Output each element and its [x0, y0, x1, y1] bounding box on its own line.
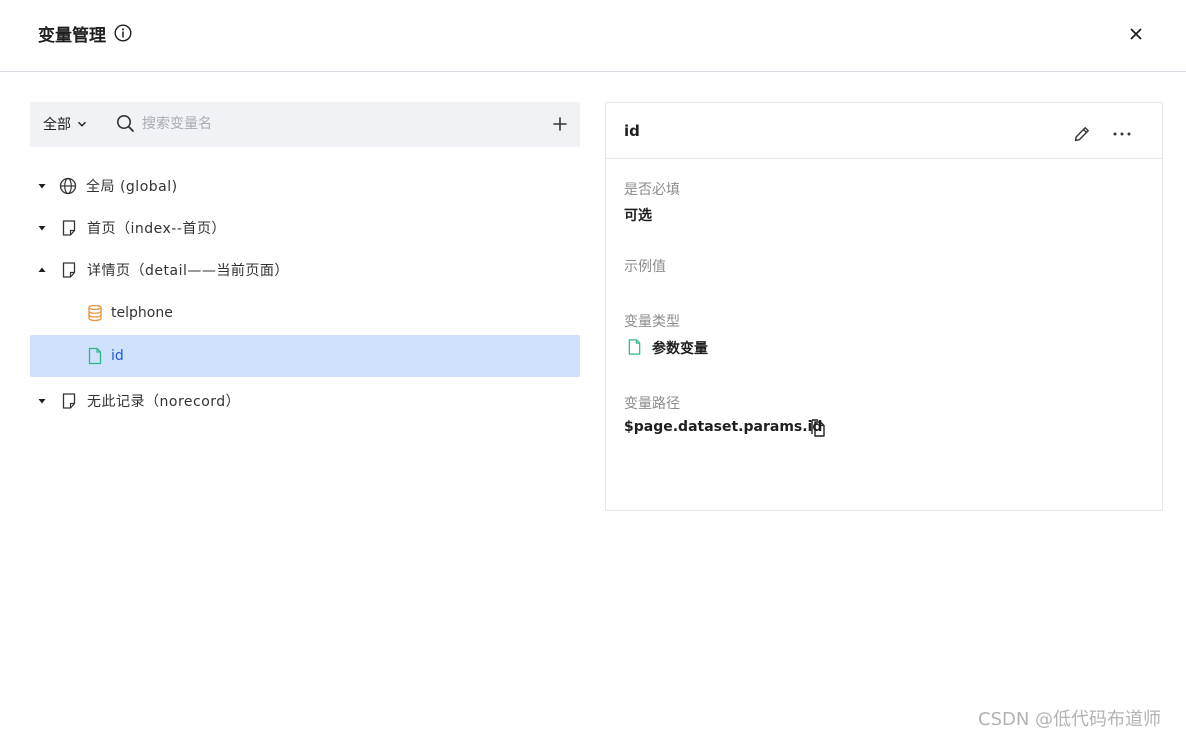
search-input[interactable] [142, 111, 522, 137]
variable-tree: 全局 (global) 首页（index--首页） 详情页（detail——当前… [30, 165, 580, 422]
type-label: 变量类型 [624, 314, 680, 330]
caret-down-icon[interactable] [36, 222, 48, 234]
caret-up-icon[interactable] [36, 264, 48, 276]
type-value: 参数变量 [652, 341, 708, 357]
dialog-header: 变量管理 [0, 0, 1186, 72]
path-value: $page.dataset.params.id [624, 419, 823, 435]
tree-node-label: id [111, 348, 124, 364]
page-icon [62, 220, 76, 236]
caret-down-icon[interactable] [36, 180, 48, 192]
variable-tree-panel: 全部 全局 (global) [30, 102, 580, 422]
tree-node-label: telphone [111, 305, 173, 321]
chevron-down-icon [78, 121, 86, 127]
tree-node-id[interactable]: id [30, 335, 580, 377]
path-label: 变量路径 [624, 396, 680, 412]
database-icon [88, 304, 102, 322]
variable-name: id [624, 122, 640, 140]
globe-icon [59, 177, 77, 195]
page-icon [62, 393, 76, 409]
required-label: 是否必填 [624, 182, 680, 198]
edit-pencil-icon[interactable] [1072, 124, 1092, 144]
search-icon [117, 115, 134, 132]
watermark: CSDN @低代码布道师 [978, 709, 1162, 730]
variable-detail-panel: id 是否必填 可选 示例值 变量类型 参数变量 变量路径 $page.data… [605, 102, 1163, 511]
detail-header: id [606, 103, 1162, 159]
tree-node-label: 无此记录（norecord） [87, 394, 241, 410]
close-button[interactable] [1125, 23, 1147, 45]
tree-node-index[interactable]: 首页（index--首页） [30, 207, 580, 249]
plus-icon[interactable] [550, 114, 570, 134]
close-icon [1130, 28, 1142, 40]
page-icon [62, 262, 76, 278]
tree-node-telphone[interactable]: telphone [30, 291, 580, 335]
dialog-title: 变量管理 [38, 26, 106, 46]
required-value: 可选 [624, 208, 652, 224]
file-icon [628, 339, 641, 355]
filter-toolbar: 全部 [30, 102, 580, 147]
caret-down-icon[interactable] [36, 395, 48, 407]
tree-node-label: 全局 (global) [86, 179, 178, 195]
more-icon[interactable] [1111, 124, 1133, 144]
scope-value: 全部 [43, 117, 71, 133]
info-circle-icon[interactable] [114, 24, 132, 42]
copy-icon[interactable] [809, 419, 827, 438]
example-label: 示例值 [624, 259, 666, 275]
tree-node-label: 详情页（detail——当前页面） [87, 263, 289, 279]
file-icon [88, 347, 102, 365]
tree-node-norecord[interactable]: 无此记录（norecord） [30, 380, 580, 422]
tree-node-global[interactable]: 全局 (global) [30, 165, 580, 207]
tree-node-label: 首页（index--首页） [87, 221, 226, 237]
scope-select[interactable]: 全部 [43, 114, 87, 134]
tree-node-detail[interactable]: 详情页（detail——当前页面） [30, 249, 580, 291]
